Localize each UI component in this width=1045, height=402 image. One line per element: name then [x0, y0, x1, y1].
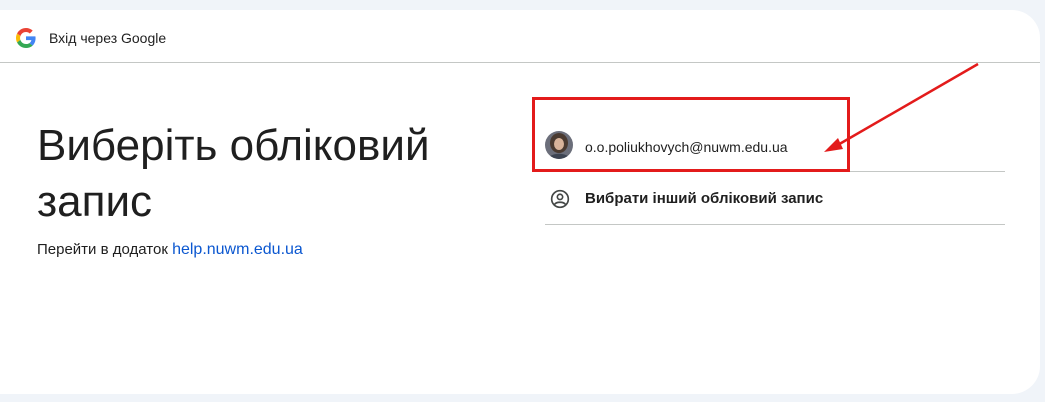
- account-email: o.o.poliukhovych@nuwm.edu.ua: [585, 139, 788, 155]
- header-title: Вхід через Google: [49, 30, 167, 46]
- sign-in-card: Вхід через Google Виберіть обліковий зап…: [0, 10, 1040, 394]
- app-link[interactable]: help.nuwm.edu.ua: [172, 241, 303, 258]
- use-another-account-label: Вибрати інший обліковий запис: [585, 190, 824, 207]
- dialog-header: Вхід через Google: [0, 10, 1040, 63]
- page-title: Виберіть обліковий запис: [37, 121, 430, 226]
- account-circle-icon: [550, 189, 570, 209]
- use-another-account-button[interactable]: Вибрати інший обліковий запис: [545, 172, 1005, 225]
- subtitle-prefix: Перейти в додаток: [37, 241, 168, 258]
- user-photo-avatar-icon: [545, 131, 573, 159]
- subtitle: Перейти в додаток help.nuwm.edu.ua: [37, 241, 303, 259]
- account-item[interactable]: o.o.poliukhovych@nuwm.edu.ua: [545, 115, 1005, 172]
- avatar: [545, 131, 573, 159]
- account-list: o.o.poliukhovych@nuwm.edu.ua Вибрати інш…: [545, 115, 1005, 225]
- google-logo-icon: [16, 28, 36, 48]
